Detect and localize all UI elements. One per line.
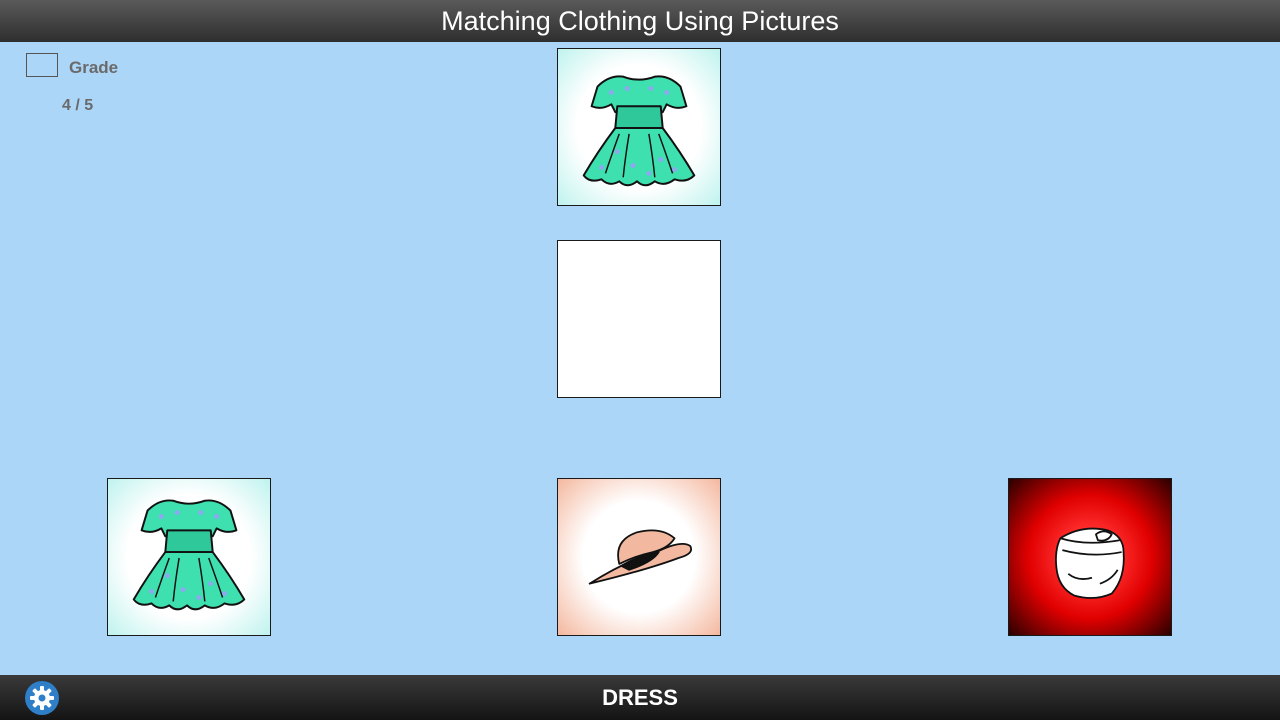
target-card: [557, 48, 721, 206]
grade-checkbox[interactable]: [26, 53, 58, 77]
target-word: DRESS: [602, 685, 678, 710]
answer-drop-zone[interactable]: [557, 240, 721, 398]
option-card-dress[interactable]: [107, 478, 271, 636]
hat-icon: [588, 529, 692, 585]
option-card-hat[interactable]: [557, 478, 721, 636]
option-card-diaper[interactable]: [1008, 478, 1172, 636]
settings-button[interactable]: [25, 681, 59, 715]
dress-icon: [582, 75, 696, 187]
score-display: 4 / 5: [62, 97, 94, 114]
grade-label: Grade: [69, 58, 119, 77]
gear-icon: [30, 686, 54, 710]
diaper-icon: [1055, 527, 1125, 599]
bottom-bar: DRESS: [0, 675, 1280, 720]
dress-icon: [132, 499, 246, 611]
page-title: Matching Clothing Using Pictures: [441, 6, 839, 36]
app-window: Matching Clothing Using Pictures Grade 4…: [0, 0, 1280, 720]
title-bar: Matching Clothing Using Pictures: [0, 0, 1280, 42]
